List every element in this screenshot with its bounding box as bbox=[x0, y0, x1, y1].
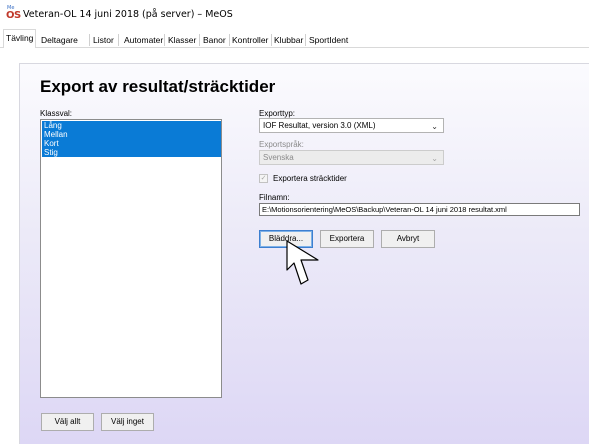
tab-deltagare[interactable]: Deltagare bbox=[41, 33, 78, 47]
chevron-down-icon: ⌄ bbox=[431, 122, 438, 131]
tab-separator bbox=[164, 34, 165, 46]
tab-tavling[interactable]: Tävling bbox=[3, 29, 37, 48]
filename-field[interactable]: E:\Motionsorientering\MeOS\Backup\Vetera… bbox=[259, 203, 580, 216]
class-select-label: Klassval: bbox=[40, 109, 73, 118]
tab-kontroller[interactable]: Kontroller bbox=[232, 33, 268, 47]
export-type-select[interactable]: IOF Resultat, version 3.0 (XML) ⌄ bbox=[259, 118, 444, 133]
filename-label: Filnamn: bbox=[259, 193, 290, 202]
export-language-label: Exportspråk: bbox=[259, 140, 304, 149]
tab-separator bbox=[199, 34, 200, 46]
tab-klubbar[interactable]: Klubbar bbox=[274, 33, 303, 47]
export-button[interactable]: Exportera bbox=[320, 230, 374, 248]
meos-app-icon: Me OS bbox=[6, 5, 21, 21]
tab-listor[interactable]: Listor bbox=[93, 33, 114, 47]
page-title: Export av resultat/sträcktider bbox=[40, 77, 276, 96]
export-splits-checkbox: ✓ bbox=[259, 174, 268, 183]
tab-sportident[interactable]: SportIdent bbox=[309, 33, 348, 47]
select-none-button[interactable]: Välj inget bbox=[101, 413, 154, 431]
export-type-value: IOF Resultat, version 3.0 (XML) bbox=[263, 121, 376, 130]
select-all-button[interactable]: Välj allt bbox=[41, 413, 94, 431]
tab-separator bbox=[118, 34, 119, 46]
window-title: Veteran-OL 14 juni 2018 (på server) – Me… bbox=[23, 9, 233, 20]
app-icon-bottom-text: OS bbox=[6, 10, 21, 21]
export-type-label: Exporttyp: bbox=[259, 109, 296, 118]
tab-automater[interactable]: Automater bbox=[124, 33, 163, 47]
tab-klasser[interactable]: Klasser bbox=[168, 33, 196, 47]
cancel-button[interactable]: Avbryt bbox=[381, 230, 435, 248]
class-listbox[interactable]: Lång Mellan Kort Stig bbox=[40, 119, 222, 398]
tab-separator bbox=[229, 34, 230, 46]
class-list-item[interactable]: Kort bbox=[42, 139, 221, 148]
export-language-value: Svenska bbox=[263, 153, 294, 162]
export-splits-label: Exportera sträcktider bbox=[273, 174, 347, 183]
mouse-pointer-icon bbox=[286, 240, 319, 285]
tab-separator bbox=[89, 34, 90, 46]
tab-separator bbox=[305, 34, 306, 46]
tab-separator bbox=[271, 34, 272, 46]
class-list-item[interactable]: Stig bbox=[42, 148, 221, 157]
class-list-item[interactable]: Mellan bbox=[42, 130, 221, 139]
class-list-item[interactable]: Lång bbox=[42, 121, 221, 130]
tab-banor[interactable]: Banor bbox=[203, 33, 226, 47]
export-language-select: Svenska ⌄ bbox=[259, 150, 444, 165]
chevron-down-icon: ⌄ bbox=[431, 154, 438, 163]
title-bar: Me OS Veteran-OL 14 juni 2018 (på server… bbox=[0, 0, 589, 28]
